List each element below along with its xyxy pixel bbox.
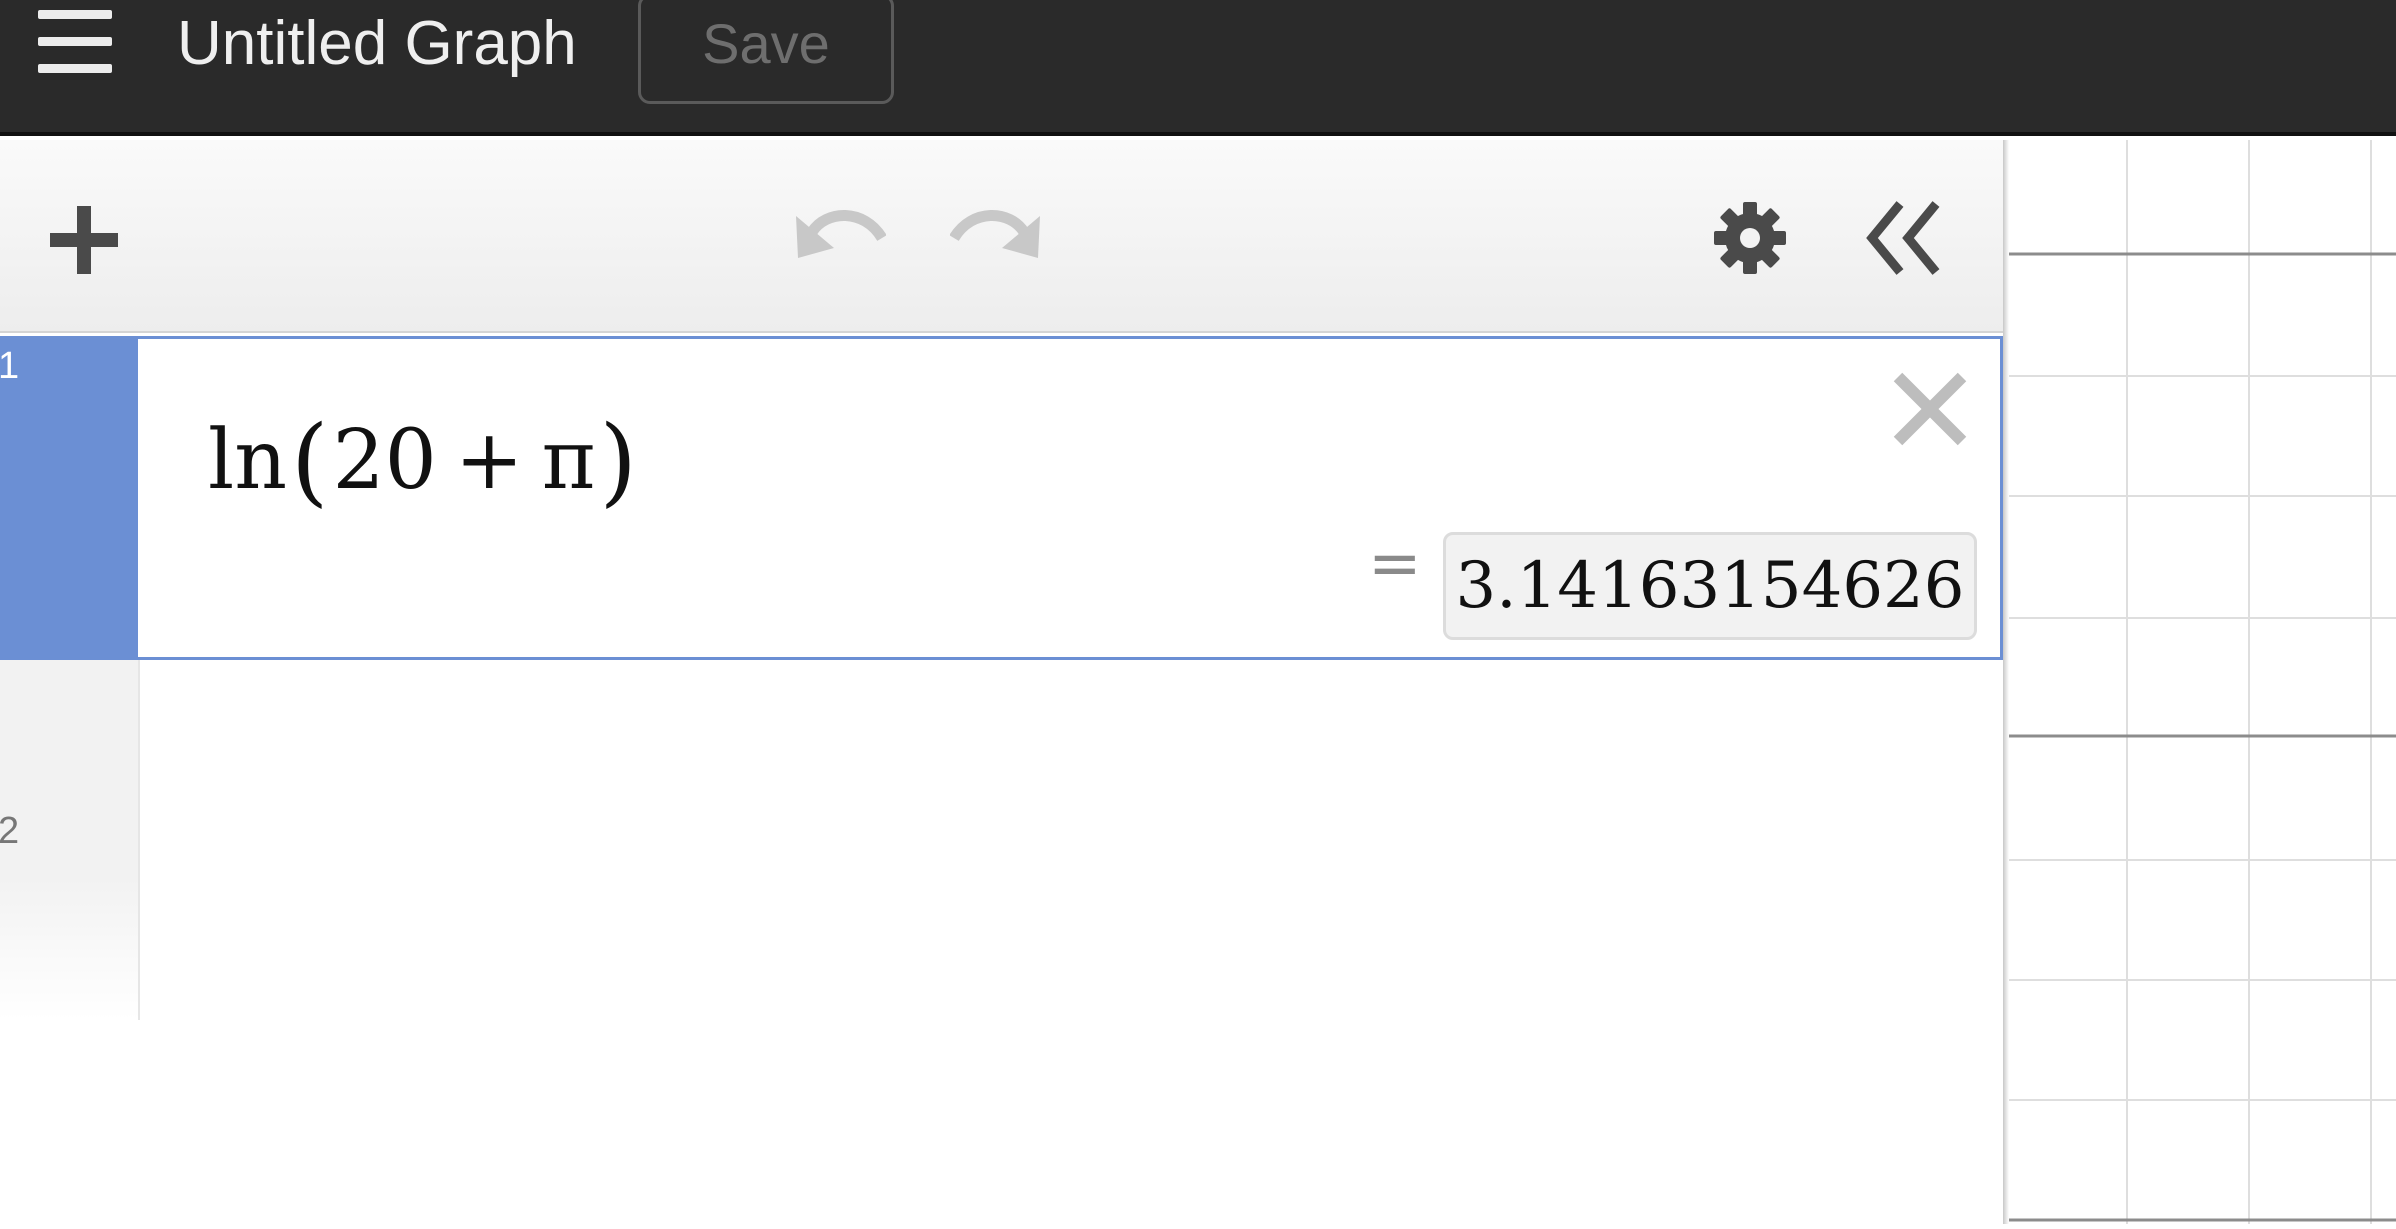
redo-icon[interactable] (950, 202, 1042, 262)
operator: + (454, 413, 524, 508)
graph-canvas[interactable] (2009, 140, 2396, 1224)
expression-tab[interactable]: 2 (0, 660, 140, 1020)
open-paren: ( (291, 405, 329, 517)
expression-tab[interactable]: 1 (0, 339, 138, 657)
expression-number: 2 (0, 810, 20, 852)
double-chevron-left-icon[interactable] (1864, 198, 1944, 278)
close-paren: ) (599, 405, 637, 517)
menu-icon[interactable] (38, 6, 114, 76)
expression-toolbar (0, 140, 2003, 333)
equals-sign: = (1368, 527, 1422, 601)
graph-title[interactable]: Untitled Graph (177, 6, 577, 82)
minor-gridlines (2009, 140, 2396, 1224)
function-name: ln (208, 413, 288, 508)
save-button[interactable]: Save (638, 0, 894, 104)
close-icon[interactable] (1890, 369, 1970, 454)
expression-input[interactable]: ln(20 + π) (208, 399, 637, 517)
argument-a: 20 (332, 413, 437, 508)
evaluation-result: 3.14163154626 (1443, 532, 1977, 640)
expression-row[interactable]: 2 (0, 660, 2003, 1220)
expression-panel: 1 ln(20 + π) = 3.14163154626 2 (0, 140, 2003, 1224)
plus-icon[interactable] (46, 202, 122, 278)
major-gridlines (2009, 252, 2396, 1222)
undo-icon[interactable] (794, 202, 886, 262)
expression-row[interactable]: 1 ln(20 + π) = 3.14163154626 (0, 336, 2003, 660)
gear-icon[interactable] (1712, 200, 1788, 276)
expression-number: 1 (0, 345, 20, 387)
argument-b: π (541, 413, 596, 508)
top-bar: Untitled Graph Save (0, 0, 2396, 136)
